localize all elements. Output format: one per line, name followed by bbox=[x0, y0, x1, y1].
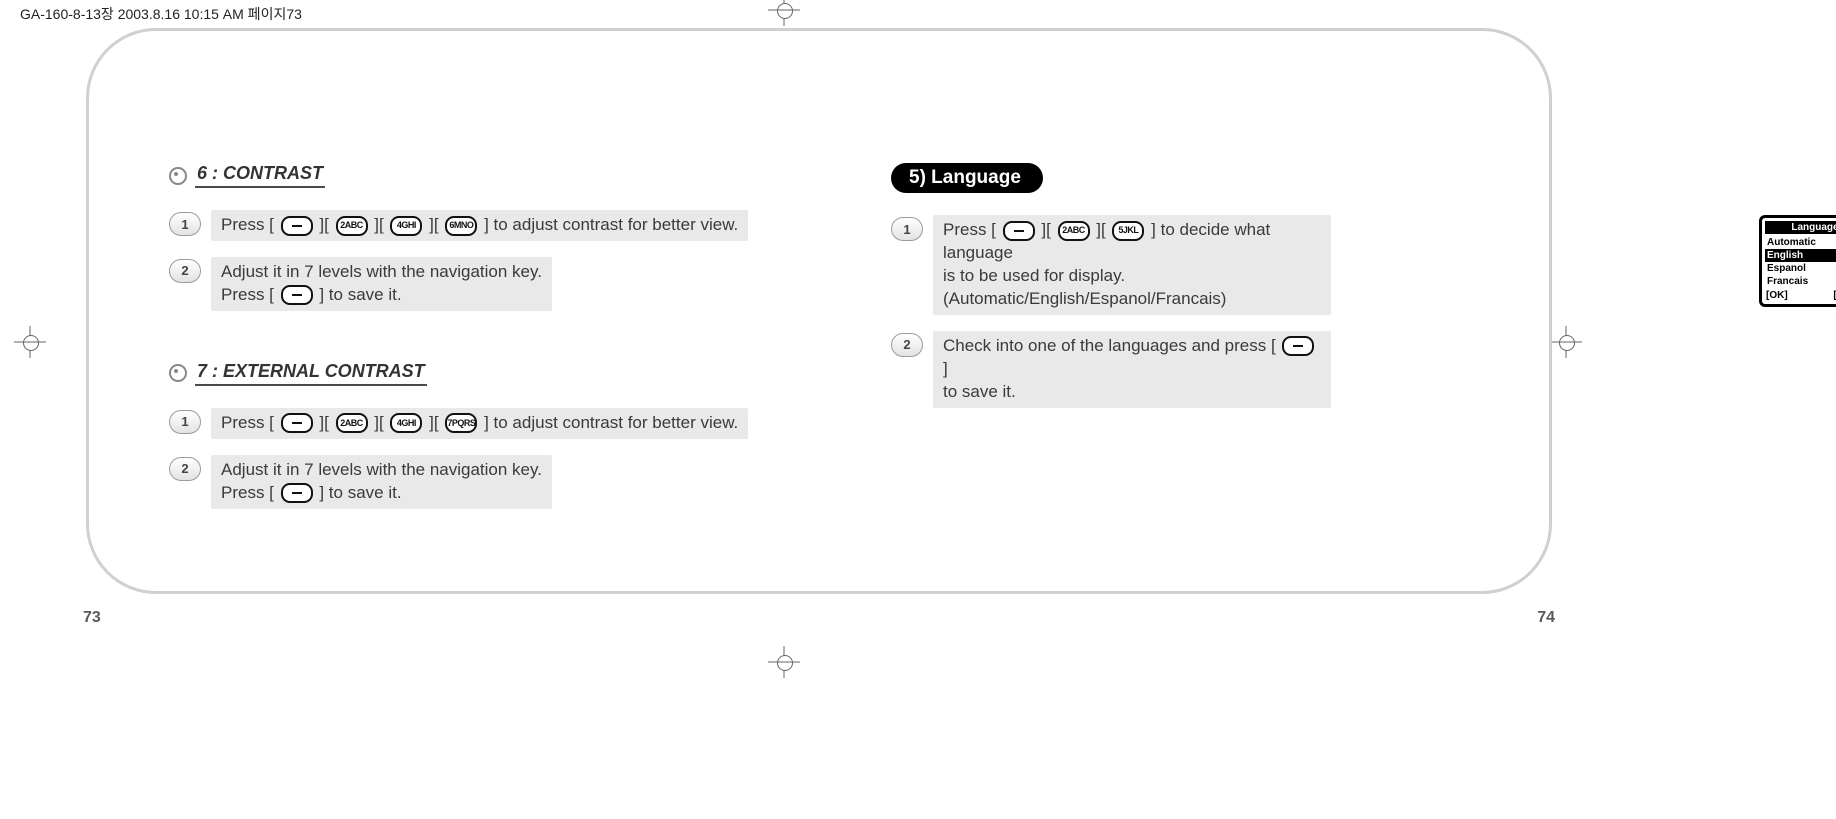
step-badge: 2 bbox=[169, 259, 201, 283]
section-7-title: 7 : EXTERNAL CONTRAST bbox=[195, 361, 427, 386]
key-7-icon: 7PQRS bbox=[445, 413, 477, 433]
step-badge: 2 bbox=[169, 457, 201, 481]
step-badge: 1 bbox=[169, 410, 201, 434]
key-2-icon: 2ABC bbox=[1058, 221, 1090, 241]
key-6-icon: 6MNO bbox=[445, 216, 477, 236]
lang-option-english: English bbox=[1765, 249, 1836, 262]
key-2-icon: 2ABC bbox=[336, 216, 368, 236]
phone-title: Language bbox=[1765, 221, 1836, 234]
page-number-right: 74 bbox=[1537, 609, 1555, 627]
cropmark-bottom-icon bbox=[768, 646, 800, 678]
step-text: Press [ ][ 2ABC ][ 5JKL ] to decide what… bbox=[933, 215, 1331, 315]
page-number-left: 73 bbox=[83, 609, 101, 627]
menu-key-icon bbox=[281, 413, 313, 433]
menu-key-icon bbox=[281, 285, 313, 305]
document-meta-text: GA-160-8-13장 2003.8.16 10:15 AM 페이지73 bbox=[20, 4, 302, 24]
lang-option-espanol: Espanol bbox=[1765, 262, 1836, 275]
cropmark-right-icon bbox=[1550, 326, 1582, 358]
menu-key-icon bbox=[281, 483, 313, 503]
section-bullet-icon bbox=[169, 167, 187, 185]
key-5-icon: 5JKL bbox=[1112, 221, 1144, 241]
cropmark-left-icon bbox=[14, 326, 46, 358]
cropmark-top-icon bbox=[768, 0, 800, 26]
section-bullet-icon bbox=[169, 364, 187, 382]
step-badge: 1 bbox=[891, 217, 923, 241]
phone-screen-illustration: Language Automatic English Espanol Franc… bbox=[1759, 215, 1836, 307]
menu-key-icon bbox=[281, 216, 313, 236]
key-2-icon: 2ABC bbox=[336, 413, 368, 433]
step-badge: 2 bbox=[891, 333, 923, 357]
step-badge: 1 bbox=[169, 212, 201, 236]
step-text: Adjust it in 7 levels with the navigatio… bbox=[211, 257, 552, 311]
softkey-ok: [OK] bbox=[1766, 290, 1788, 301]
page-spread: 73 74 6 : CONTRAST 1 Press [ ][ 2ABC ][ … bbox=[86, 28, 1552, 594]
lang-option-francais: Francais bbox=[1765, 275, 1836, 288]
lang-option-automatic: Automatic bbox=[1765, 236, 1836, 249]
key-4-icon: 4GHI bbox=[390, 413, 422, 433]
step-text: Press [ ][ 2ABC ][ 4GHI ][ 7PQRS ] to ad… bbox=[211, 408, 748, 439]
section-6-title: 6 : CONTRAST bbox=[195, 163, 325, 188]
menu-key-icon bbox=[1003, 221, 1035, 241]
menu-key-icon bbox=[1282, 336, 1314, 356]
step-text: Press [ ][ 2ABC ][ 4GHI ][ 6MNO ] to adj… bbox=[211, 210, 748, 241]
language-heading: 5) Language bbox=[891, 163, 1043, 193]
key-4-icon: 4GHI bbox=[390, 216, 422, 236]
step-text: Check into one of the languages and pres… bbox=[933, 331, 1331, 408]
step-text: Adjust it in 7 levels with the navigatio… bbox=[211, 455, 552, 509]
